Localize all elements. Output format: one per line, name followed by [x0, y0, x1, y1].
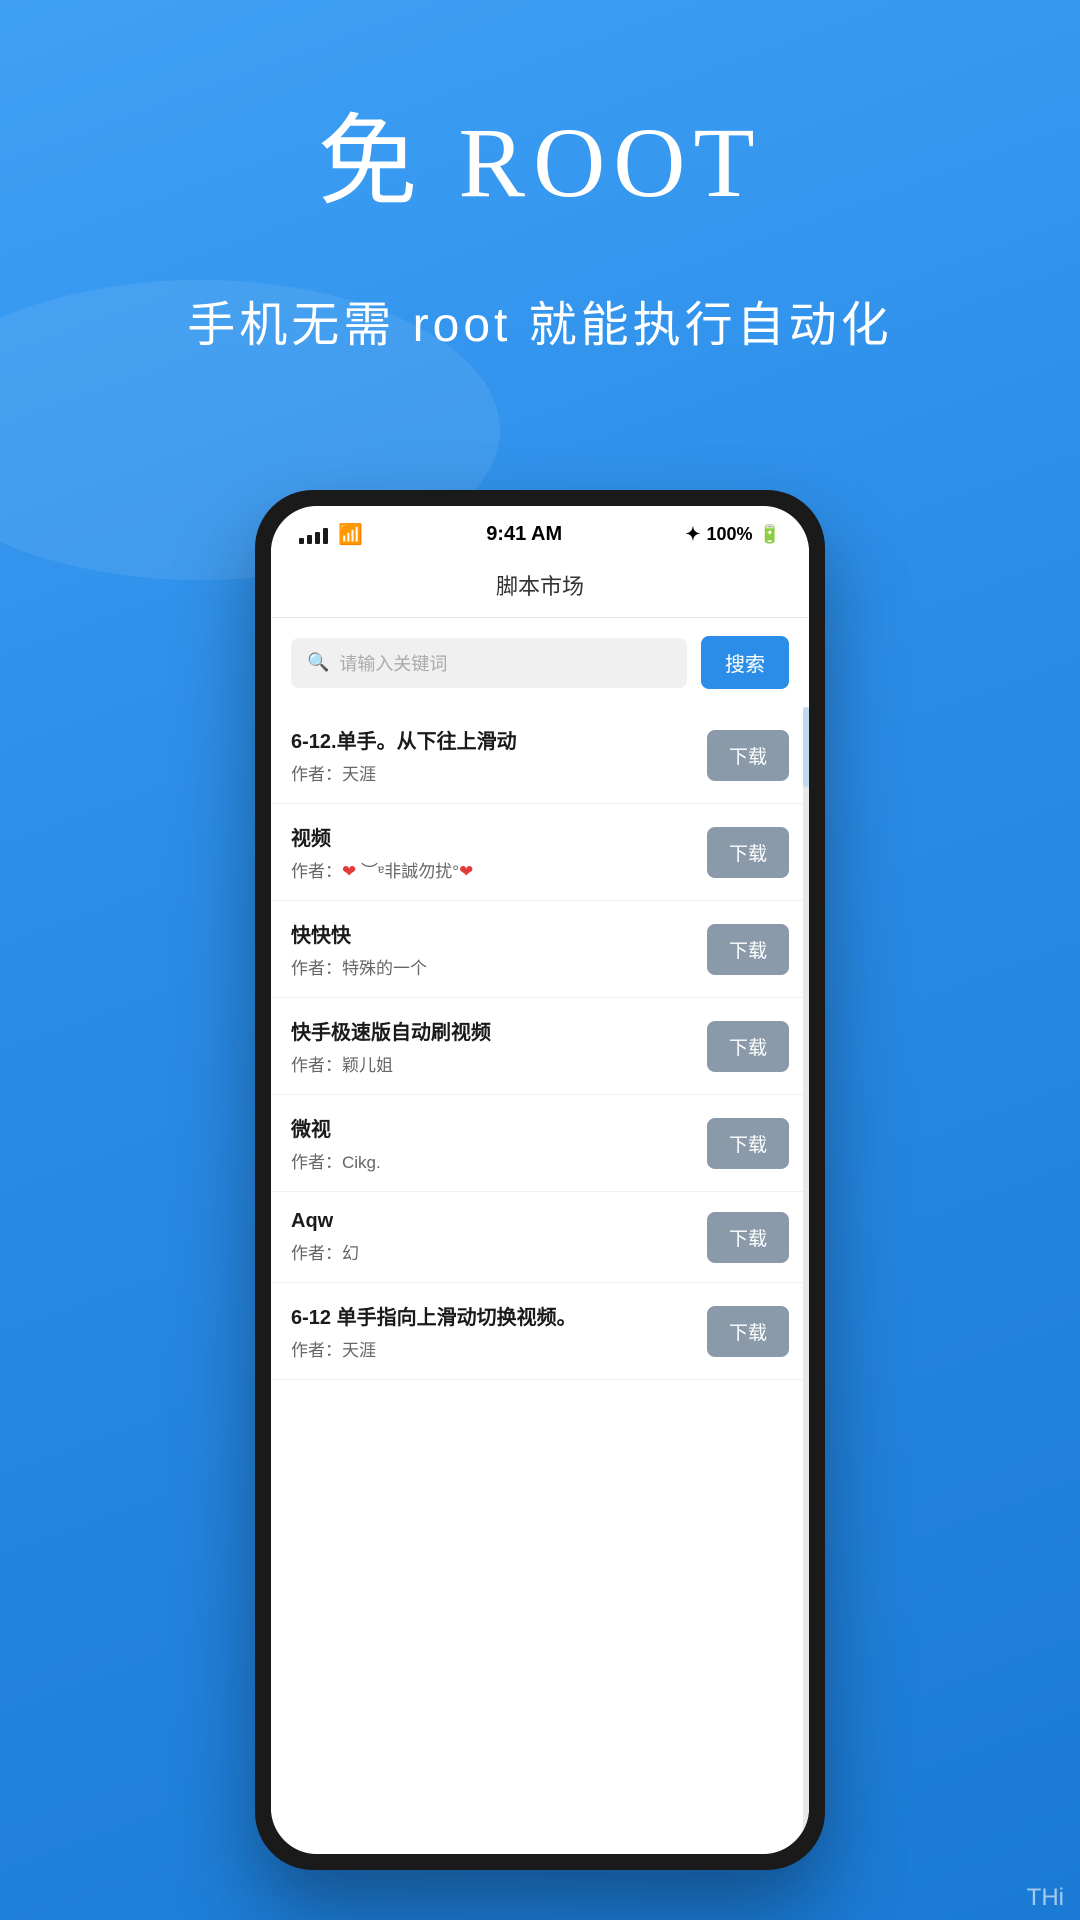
search-icon: 🔍 [307, 652, 329, 673]
app-header: 脚本市场 [271, 555, 809, 618]
signal-bar-2 [307, 535, 312, 544]
download-button[interactable]: 下载 [707, 1212, 789, 1263]
script-info: 微视 作者：Cikg. [291, 1113, 691, 1173]
script-author: 作者：❤ ︶ᵄ非誠勿扰°❤ [291, 857, 691, 882]
list-item: 6-12.单手。从下往上滑动 作者：天涯 下载 [271, 707, 809, 804]
phone-mockup: 📶 9:41 AM ✦ 100% 🔋 脚本市场 🔍 请输入关键词 搜索 [255, 490, 825, 1870]
heart-icon-left: ❤ [342, 862, 356, 881]
script-name: 视频 [291, 822, 691, 851]
script-name: Aqw [291, 1210, 691, 1233]
script-author: 作者：天涯 [291, 1336, 691, 1361]
bottom-watermark: THi [1011, 1876, 1080, 1920]
script-info: 6-12 单手指向上滑动切换视频。 作者：天涯 [291, 1301, 691, 1361]
hero-title: 免 ROOT [0, 80, 1080, 225]
script-author: 作者：颖儿姐 [291, 1051, 691, 1076]
phone-frame: 📶 9:41 AM ✦ 100% 🔋 脚本市场 🔍 请输入关键词 搜索 [255, 490, 825, 1870]
scroll-indicator [803, 707, 809, 1854]
list-item: 视频 作者：❤ ︶ᵄ非誠勿扰°❤ 下载 [271, 804, 809, 901]
list-item: Aqw 作者：幻 下载 [271, 1192, 809, 1283]
script-name: 微视 [291, 1113, 691, 1142]
download-button[interactable]: 下载 [707, 1021, 789, 1072]
phone-screen: 📶 9:41 AM ✦ 100% 🔋 脚本市场 🔍 请输入关键词 搜索 [271, 506, 809, 1854]
download-button[interactable]: 下载 [707, 827, 789, 878]
search-button[interactable]: 搜索 [701, 636, 789, 689]
list-item: 微视 作者：Cikg. 下载 [271, 1095, 809, 1192]
wifi-icon: 📶 [338, 522, 363, 547]
signal-bars-icon [299, 526, 328, 544]
script-author: 作者：Cikg. [291, 1148, 691, 1173]
status-left: 📶 [299, 522, 363, 547]
script-info: 6-12.单手。从下往上滑动 作者：天涯 [291, 725, 691, 785]
search-area: 🔍 请输入关键词 搜索 [271, 618, 809, 707]
list-item: 快快快 作者：特殊的一个 下载 [271, 901, 809, 998]
scroll-thumb [803, 707, 809, 787]
script-name: 快快快 [291, 919, 691, 948]
signal-bar-1 [299, 538, 304, 544]
battery-icon: 🔋 [759, 524, 781, 545]
status-bar: 📶 9:41 AM ✦ 100% 🔋 [271, 506, 809, 555]
status-right: ✦ 100% 🔋 [685, 524, 781, 545]
script-info: Aqw 作者：幻 [291, 1210, 691, 1264]
script-name: 6-12 单手指向上滑动切换视频。 [291, 1301, 691, 1330]
list-item: 快手极速版自动刷视频 作者：颖儿姐 下载 [271, 998, 809, 1095]
hero-section: 免 ROOT 手机无需 root 就能执行自动化 [0, 0, 1080, 395]
status-time: 9:41 AM [486, 523, 562, 546]
script-info: 视频 作者：❤ ︶ᵄ非誠勿扰°❤ [291, 822, 691, 882]
download-button[interactable]: 下载 [707, 1118, 789, 1169]
download-button[interactable]: 下载 [707, 730, 789, 781]
script-author: 作者：天涯 [291, 760, 691, 785]
script-info: 快手极速版自动刷视频 作者：颖儿姐 [291, 1016, 691, 1076]
bluetooth-icon: ✦ [685, 524, 700, 545]
script-name: 6-12.单手。从下往上滑动 [291, 725, 691, 754]
script-author: 作者：幻 [291, 1239, 691, 1264]
signal-bar-3 [315, 532, 320, 544]
script-name: 快手极速版自动刷视频 [291, 1016, 691, 1045]
search-input-wrap[interactable]: 🔍 请输入关键词 [291, 638, 687, 688]
download-button[interactable]: 下载 [707, 924, 789, 975]
heart-icon-right: ❤ [459, 862, 473, 881]
search-placeholder: 请输入关键词 [339, 650, 447, 676]
script-list: 6-12.单手。从下往上滑动 作者：天涯 下载 视频 作者：❤ ︶ᵄ非誠勿扰°❤… [271, 707, 809, 1854]
download-button[interactable]: 下载 [707, 1306, 789, 1357]
list-item: 6-12 单手指向上滑动切换视频。 作者：天涯 下载 [271, 1283, 809, 1380]
hero-subtitle: 手机无需 root 就能执行自动化 [0, 285, 1080, 355]
script-author: 作者：特殊的一个 [291, 954, 691, 979]
signal-bar-4 [323, 528, 328, 544]
battery-percent: 100% [707, 524, 753, 545]
script-info: 快快快 作者：特殊的一个 [291, 919, 691, 979]
